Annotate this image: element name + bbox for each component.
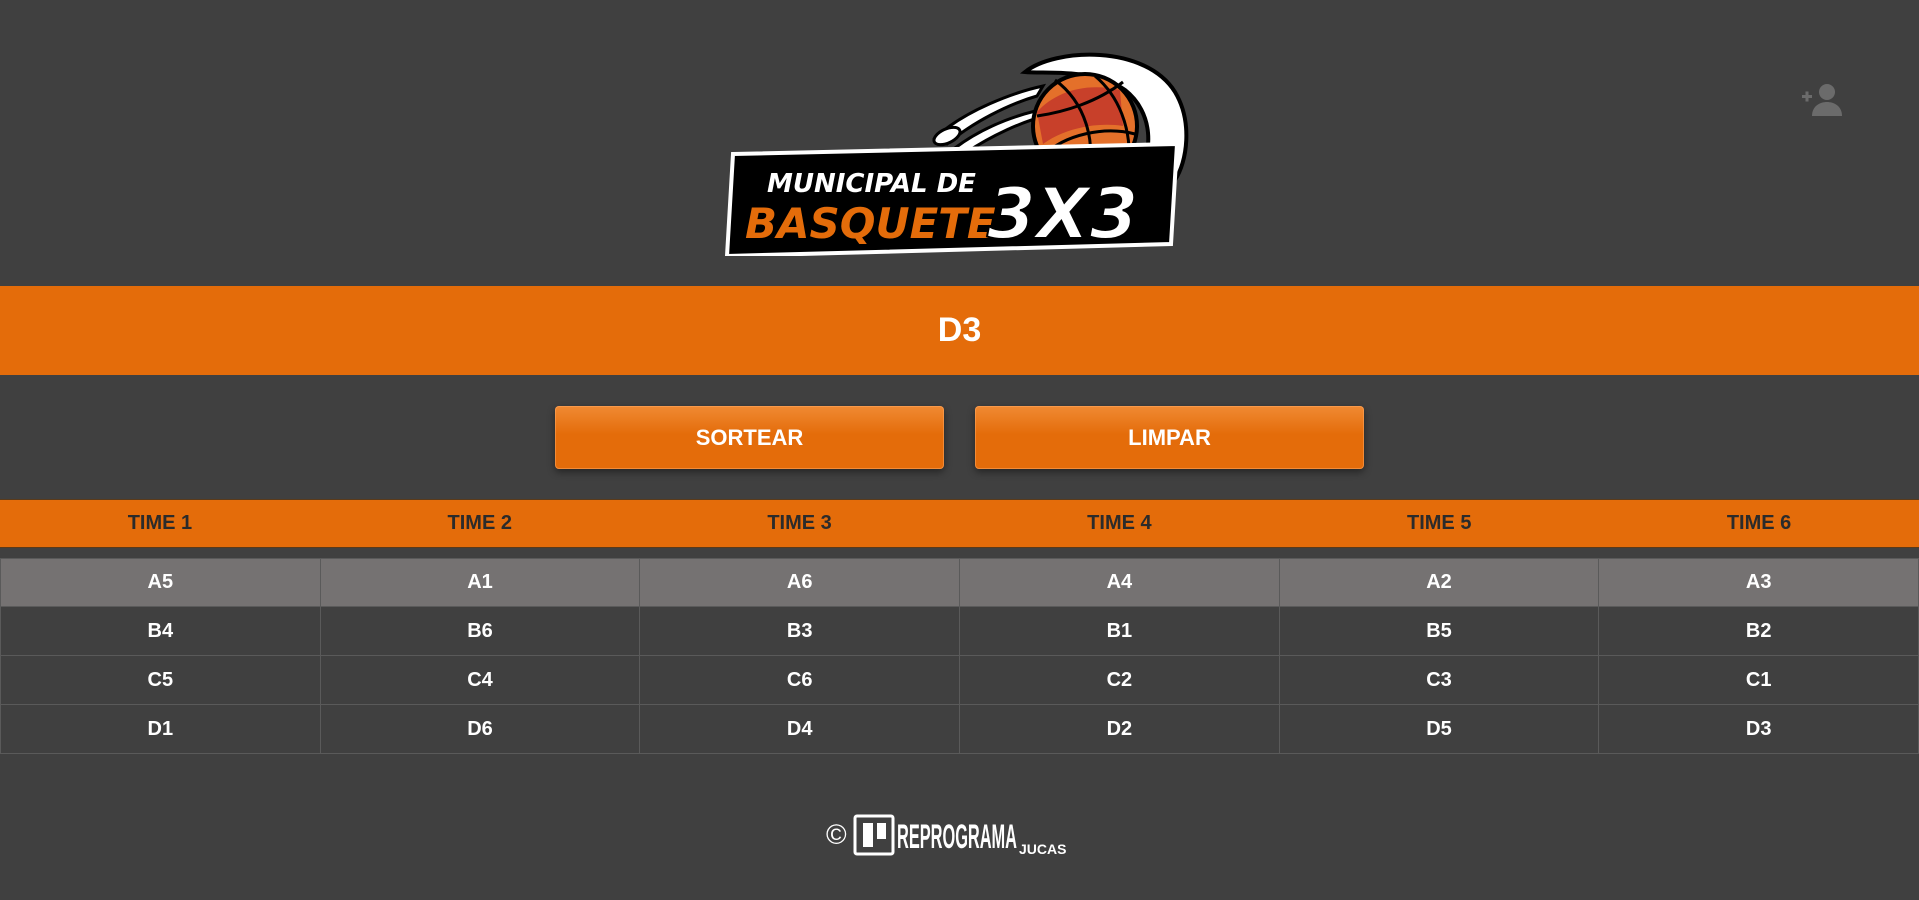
header-time-1: TIME 1 (127, 512, 193, 534)
table-cell: A5 (0, 559, 321, 606)
table-cell: D3 (1599, 705, 1919, 753)
page: MUNICIPAL DE BASQUETE 3X3 D3 SORTEAR LIM… (0, 0, 1919, 900)
copyright-symbol: © (826, 819, 847, 850)
header-time-6: TIME 6 (1726, 512, 1792, 534)
table-cell: D5 (1280, 705, 1600, 753)
table-row: D1 D6 D4 D2 D5 D3 (0, 705, 1919, 754)
table-cell: D2 (960, 705, 1280, 753)
tournament-logo: MUNICIPAL DE BASQUETE 3X3 (725, 52, 1195, 256)
banner-title: D3 (937, 311, 982, 349)
table-cell: B4 (0, 607, 321, 655)
table-row: C5 C4 C6 C2 C3 C1 (0, 656, 1919, 705)
table-cell: B2 (1599, 607, 1919, 655)
add-user-button[interactable] (1800, 82, 1842, 116)
table-cell: C4 (321, 656, 641, 704)
table-header-row: TIME 1 TIME 2 TIME 3 TIME 4 TIME 5 TIME … (0, 499, 1919, 548)
table-cell: A2 (1280, 559, 1600, 606)
table-cell: D6 (321, 705, 641, 753)
table-body: A5 A1 A6 A4 A2 A3 B4 B6 B3 B1 B5 B2 C5 C… (0, 558, 1919, 754)
header-time-3: TIME 3 (767, 512, 832, 534)
table-cell: A4 (960, 559, 1280, 606)
table-cell: C3 (1280, 656, 1600, 704)
table-cell: C5 (0, 656, 321, 704)
table-cell: B1 (960, 607, 1280, 655)
sortear-button[interactable]: SORTEAR (555, 406, 944, 469)
logo-badge: 3X3 (987, 173, 1138, 255)
logo-line1: MUNICIPAL DE (767, 169, 976, 199)
table-cell: B3 (640, 607, 961, 655)
brand-sub-text: JUCAS (1019, 841, 1066, 857)
table-cell: B5 (1280, 607, 1600, 655)
table-cell: C2 (960, 656, 1280, 704)
table-cell: C6 (640, 656, 961, 704)
table-cell: D1 (0, 705, 321, 753)
table-cell: D4 (640, 705, 961, 753)
table-cell: B6 (321, 607, 641, 655)
footer: © REPROGRAMA JUCAS (826, 812, 1073, 858)
table-cell: A1 (321, 559, 641, 606)
table-row: B4 B6 B3 B1 B5 B2 (0, 607, 1919, 656)
header: MUNICIPAL DE BASQUETE 3X3 (0, 0, 1919, 286)
table-cell: A3 (1599, 559, 1919, 606)
selected-group-banner: D3 (0, 286, 1919, 375)
logo-line2: BASQUETE (745, 199, 996, 248)
table-cell: C1 (1599, 656, 1919, 704)
header-time-5: TIME 5 (1407, 512, 1472, 534)
limpar-button[interactable]: LIMPAR (975, 406, 1364, 469)
teams-table: TIME 1 TIME 2 TIME 3 TIME 4 TIME 5 TIME … (0, 499, 1919, 754)
person-add-icon (1802, 84, 1842, 116)
brand-main-text: REPROGRAMA (897, 818, 1017, 856)
reprograma-jucas-logo[interactable]: REPROGRAMA JUCAS (853, 812, 1073, 858)
table-row: A5 A1 A6 A4 A2 A3 (0, 558, 1919, 607)
table-cell: A6 (640, 559, 961, 606)
header-time-4: TIME 4 (1087, 512, 1152, 534)
header-time-2: TIME 2 (447, 512, 512, 534)
